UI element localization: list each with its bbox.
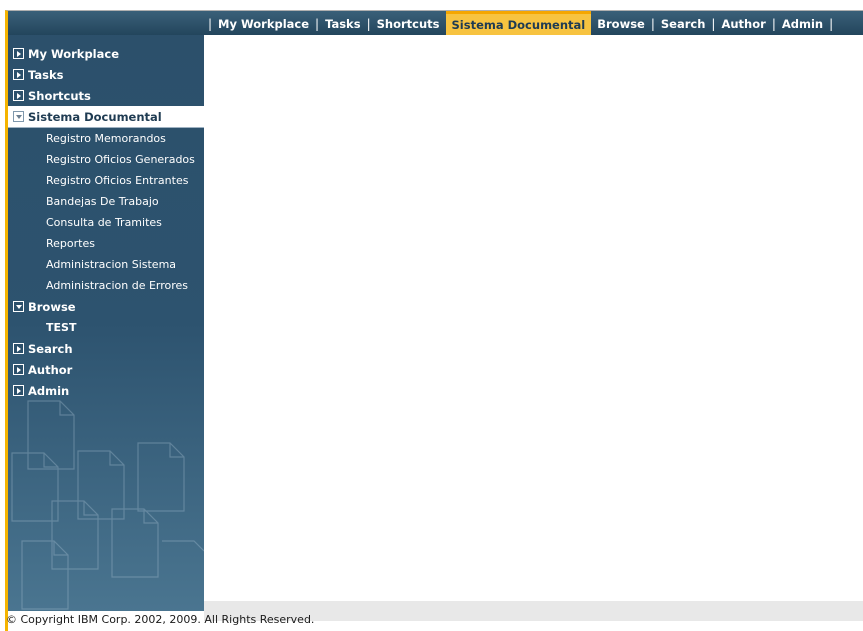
documents-watermark-icon bbox=[11, 400, 204, 610]
top-nav-tabs: | My Workplace | Tasks | Shortcuts Siste… bbox=[204, 11, 833, 35]
tab-separator: | bbox=[208, 17, 213, 31]
expand-arrow-icon[interactable] bbox=[13, 69, 24, 80]
tab-browse[interactable]: Browse bbox=[591, 11, 651, 35]
sidebar-item-label: Search bbox=[28, 341, 73, 356]
sidebar-item-label: My Workplace bbox=[28, 46, 119, 61]
sidebar-item-label: Tasks bbox=[28, 67, 64, 82]
top-navigation-bar: | My Workplace | Tasks | Shortcuts Siste… bbox=[8, 11, 863, 35]
sidebar-subitem-administracion-sistema[interactable]: Administracion Sistema bbox=[8, 254, 204, 275]
sidebar-item-search[interactable]: Search bbox=[8, 338, 204, 359]
expand-arrow-icon[interactable] bbox=[13, 364, 24, 375]
top-nav-spacer bbox=[8, 11, 204, 35]
expand-arrow-icon[interactable] bbox=[13, 90, 24, 101]
expand-arrow-icon[interactable] bbox=[13, 48, 24, 59]
tab-search[interactable]: Search bbox=[655, 11, 712, 35]
sidebar-subitem-registro-oficios-generados[interactable]: Registro Oficios Generados bbox=[8, 149, 204, 170]
tab-separator: | bbox=[829, 17, 834, 31]
sidebar-item-label: Browse bbox=[28, 299, 76, 314]
sidebar-subitem-registro-oficios-entrantes[interactable]: Registro Oficios Entrantes bbox=[8, 170, 204, 191]
tab-shortcuts[interactable]: Shortcuts bbox=[371, 11, 446, 35]
sidebar-item-my-workplace[interactable]: My Workplace bbox=[8, 43, 204, 64]
copyright-text: © Copyright IBM Corp. 2002, 2009. All Ri… bbox=[6, 613, 315, 626]
sidebar-subitem-test[interactable]: TEST bbox=[8, 317, 204, 338]
sidebar-subitem-registro-memorandos[interactable]: Registro Memorandos bbox=[8, 128, 204, 149]
sidebar-subitem-reportes[interactable]: Reportes bbox=[8, 233, 204, 254]
expand-arrow-icon[interactable] bbox=[13, 343, 24, 354]
main-content-area bbox=[204, 35, 863, 601]
sidebar-subitem-administracion-de-errores[interactable]: Administracion de Errores bbox=[8, 275, 204, 296]
sidebar: My Workplace Tasks Shortcuts Sistema Doc… bbox=[8, 35, 204, 611]
sidebar-item-sistema-documental[interactable]: Sistema Documental bbox=[8, 106, 204, 128]
tab-author[interactable]: Author bbox=[715, 11, 771, 35]
sidebar-item-shortcuts[interactable]: Shortcuts bbox=[8, 85, 204, 106]
tab-admin[interactable]: Admin bbox=[776, 11, 829, 35]
sidebar-subitem-bandejas-de-trabajo[interactable]: Bandejas De Trabajo bbox=[8, 191, 204, 212]
sidebar-item-label: Sistema Documental bbox=[28, 109, 162, 124]
sidebar-item-label: Shortcuts bbox=[28, 88, 91, 103]
tab-my-workplace[interactable]: My Workplace bbox=[212, 11, 315, 35]
sidebar-subitem-consulta-de-tramites[interactable]: Consulta de Tramites bbox=[8, 212, 204, 233]
sidebar-item-author[interactable]: Author bbox=[8, 359, 204, 380]
collapse-arrow-icon[interactable] bbox=[13, 301, 24, 312]
sidebar-item-browse[interactable]: Browse bbox=[8, 296, 204, 317]
tab-tasks[interactable]: Tasks bbox=[319, 11, 366, 35]
app-frame: | My Workplace | Tasks | Shortcuts Siste… bbox=[5, 10, 863, 631]
sidebar-item-label: Author bbox=[28, 362, 73, 377]
tab-sistema-documental[interactable]: Sistema Documental bbox=[445, 11, 592, 35]
collapse-arrow-icon[interactable] bbox=[13, 111, 24, 122]
sidebar-item-tasks[interactable]: Tasks bbox=[8, 64, 204, 85]
